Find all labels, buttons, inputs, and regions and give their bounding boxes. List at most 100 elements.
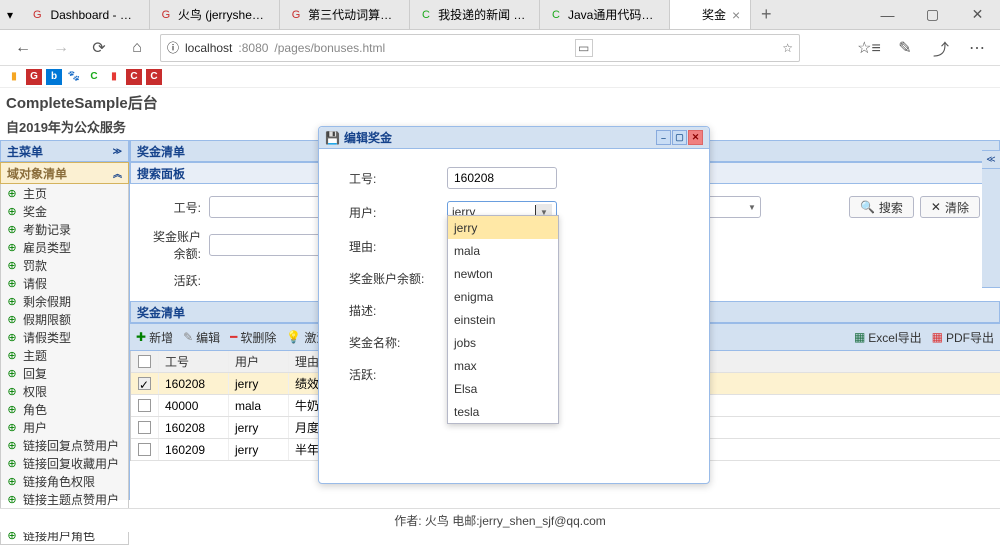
cell-id: 160208 [159,417,229,438]
dialog-titlebar[interactable]: 💾 编辑奖金 – ▢ ✕ [319,127,709,149]
bookmark-c3-icon[interactable]: C [146,69,162,85]
tab-label: 第三代动词算子式代码 [308,6,399,23]
bookmark-b-icon[interactable]: b [46,69,62,85]
browser-tab[interactable]: G火鸟 (jerryshensjf) - Git [150,0,280,29]
dialog-name-label: 奖金名称: [349,331,439,351]
app-menu-icon[interactable]: ▾ [0,0,20,29]
sidebar-item-label: 考勤记录 [23,221,71,238]
clear-button[interactable]: ✕ 清除 [920,196,980,218]
row-checkbox[interactable] [138,443,151,456]
sidebar-item[interactable]: ⊕假期限额 [1,310,128,328]
bookmark-paw-icon[interactable]: 🐾 [66,69,82,85]
tab-favicon: C [550,7,562,23]
close-window-button[interactable]: ✕ [955,0,1000,29]
pen-icon[interactable]: ✎ [890,33,920,63]
url-bar[interactable]: ⓘ localhost:8080/pages/bonuses.html ▭ ☆ [160,34,800,62]
sidebar-item[interactable]: ⊕奖金 [1,202,128,220]
sidebar-item[interactable]: ⊕主题 [1,346,128,364]
dialog-maximize-button[interactable]: ▢ [672,130,687,145]
browser-tab[interactable]: C我投递的新闻 - MS&A( [410,0,540,29]
dialog-close-button[interactable]: ✕ [688,130,703,145]
bookmark-folder-icon[interactable]: ▮ [6,69,22,85]
collapse-icon[interactable]: ︽ [113,167,122,180]
url-port: :8080 [238,41,268,55]
add-button[interactable]: ✚新增 [136,329,173,346]
refresh-button[interactable]: ⟳ [84,33,114,63]
reader-icon[interactable]: ▭ [575,39,593,57]
dropdown-item[interactable]: newton [448,262,558,285]
dropdown-list[interactable]: jerrymalanewtonenigmaeinsteinjobsmaxElsa… [448,216,558,423]
browser-tab[interactable]: G第三代动词算子式代码 [280,0,410,29]
sidebar-item[interactable]: ⊕权限 [1,382,128,400]
dropdown-item[interactable]: max [448,354,558,377]
sidebar-item-label: 用户 [23,419,47,436]
dropdown-item[interactable]: jobs [448,331,558,354]
sidebar-item[interactable]: ⊕主页 [1,184,128,202]
minimize-button[interactable]: — [865,0,910,29]
sidebar-item[interactable]: ⊕用户 [1,418,128,436]
search-button[interactable]: 🔍搜索 [849,196,914,218]
sidebar-header-domain[interactable]: 域对象清单 ︽ [0,162,129,184]
sidebar-item[interactable]: ⊕链接角色权限 [1,472,128,490]
sidebar-item-label: 主题 [23,347,47,364]
browser-tab[interactable]: GDashboard - Gitee [20,0,150,29]
select-all-checkbox[interactable] [138,355,151,368]
bookmark-c2-icon[interactable]: C [126,69,142,85]
bookmark-mark-icon[interactable]: ▮ [106,69,122,85]
bookmark-star-icon[interactable]: ☆ [782,41,793,55]
sidebar-item[interactable]: ⊕链接回复点赞用户 [1,436,128,454]
tab-label: 奖金 [702,6,726,23]
clear-button-label: 清除 [945,199,969,216]
browser-tab[interactable]: 奖金 × [670,0,751,29]
sidebar-item[interactable]: ⊕罚款 [1,256,128,274]
sidebar-item-label: 罚款 [23,257,47,274]
user-dropdown: jerrymalanewtonenigmaeinsteinjobsmaxElsa… [447,215,559,424]
tab-close-icon[interactable]: × [732,7,740,23]
row-checkbox[interactable]: ✓ [138,377,151,390]
more-icon[interactable]: ⋯ [962,33,992,63]
sidebar-item[interactable]: ⊕考勤记录 [1,220,128,238]
sidebar-item[interactable]: ⊕请假类型 [1,328,128,346]
favorites-icon[interactable]: ☆≡ [854,33,884,63]
share-icon[interactable]: ⤴ [926,33,956,63]
sidebar-item[interactable]: ⊕雇员类型 [1,238,128,256]
sidebar-item-label: 链接回复收藏用户 [23,455,119,472]
delete-button[interactable]: ━软删除 [230,329,276,346]
forward-button[interactable]: → [46,33,76,63]
row-checkbox[interactable] [138,421,151,434]
browser-tab[interactable]: CJava通用代码生成器光 [540,0,670,29]
edit-button[interactable]: ✎编辑 [183,329,220,346]
sidebar-item[interactable]: ⊕剩余假期 [1,292,128,310]
sidebar-item[interactable]: ⊕链接主题点赞用户 [1,490,128,508]
plus-circle-icon: ⊕ [5,204,19,218]
home-button[interactable]: ⌂ [122,33,152,63]
sidebar-header-main[interactable]: 主菜单 ≫ [0,140,129,162]
dropdown-item[interactable]: mala [448,239,558,262]
sidebar-item[interactable]: ⊕链接回复收藏用户 [1,454,128,472]
col-user[interactable]: 用户 [229,351,289,372]
dropdown-item[interactable]: jerry [448,216,558,239]
dialog-id-input[interactable] [447,167,557,189]
col-id[interactable]: 工号 [159,351,229,372]
new-tab-button[interactable]: + [751,0,781,29]
excel-export-button[interactable]: ▦Excel导出 [854,329,922,346]
pdf-export-button[interactable]: ▦PDF导出 [932,329,994,346]
strip-collapse-icon[interactable]: ≪ [982,150,1000,168]
sidebar-item[interactable]: ⊕角色 [1,400,128,418]
dropdown-item[interactable]: Elsa [448,377,558,400]
collapse-icon[interactable]: ≫ [113,146,122,157]
dialog-minimize-button[interactable]: – [656,130,671,145]
dropdown-item[interactable]: einstein [448,308,558,331]
row-checkbox[interactable] [138,399,151,412]
bookmark-g-icon[interactable]: G [26,69,42,85]
sidebar-item[interactable]: ⊕回复 [1,364,128,382]
sidebar-item[interactable]: ⊕请假 [1,274,128,292]
right-collapse-strip: ≪ [982,150,1000,288]
dropdown-item[interactable]: tesla [448,400,558,423]
maximize-button[interactable]: ▢ [910,0,955,29]
sidebar-item-label: 请假类型 [23,329,71,346]
back-button[interactable]: ← [8,33,38,63]
bookmark-c-icon[interactable]: C [86,69,102,85]
dropdown-item[interactable]: enigma [448,285,558,308]
clear-icon: ✕ [931,200,941,214]
